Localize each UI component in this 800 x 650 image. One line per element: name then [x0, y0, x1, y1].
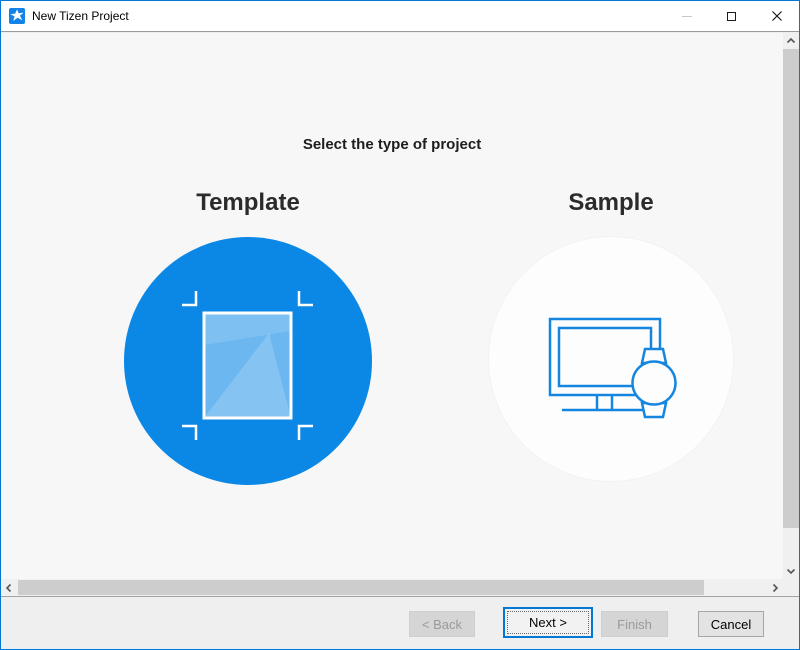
close-button[interactable]	[754, 1, 799, 31]
scroll-up-icon	[786, 36, 796, 46]
wizard-page: Select the type of project Template Samp…	[1, 33, 783, 579]
horizontal-scrollbar-thumb[interactable]	[18, 580, 704, 595]
scroll-left-button[interactable]	[1, 579, 17, 596]
back-button: < Back	[409, 611, 475, 637]
new-tizen-project-dialog: New Tizen Project Select the type of pro…	[0, 0, 800, 650]
cancel-button[interactable]: Cancel	[698, 611, 764, 637]
option-sample: Sample	[489, 186, 733, 481]
maximize-button[interactable]	[709, 1, 754, 31]
sample-icon	[489, 237, 733, 481]
scroll-down-button[interactable]	[783, 563, 799, 579]
scroll-left-icon	[4, 583, 14, 593]
sample-label: Sample	[489, 186, 733, 220]
vertical-scrollbar-thumb[interactable]	[783, 49, 799, 528]
tizen-app-icon	[9, 8, 25, 24]
maximize-icon	[727, 12, 736, 21]
minimize-icon	[682, 16, 692, 17]
horizontal-scrollbar[interactable]	[1, 579, 783, 596]
sample-option-button[interactable]	[489, 237, 733, 481]
window-title: New Tizen Project	[32, 9, 129, 23]
template-label: Template	[123, 186, 373, 220]
next-button[interactable]: Next >	[503, 607, 593, 638]
scroll-right-icon	[770, 583, 780, 593]
scroll-up-button[interactable]	[783, 33, 799, 49]
page-title: Select the type of project	[1, 136, 783, 153]
scrollbar-corner	[783, 579, 799, 596]
vertical-scrollbar[interactable]	[783, 33, 799, 579]
template-icon	[124, 237, 372, 485]
title-bar: New Tizen Project	[1, 1, 799, 32]
button-bar: < Back Next > Finish Cancel	[1, 597, 799, 649]
minimize-button	[664, 1, 709, 31]
close-icon	[771, 10, 783, 22]
scroll-down-icon	[786, 566, 796, 576]
option-template: Template	[123, 186, 373, 485]
template-option-button[interactable]	[124, 237, 372, 485]
finish-button: Finish	[601, 611, 668, 637]
scroll-right-button[interactable]	[767, 579, 783, 596]
